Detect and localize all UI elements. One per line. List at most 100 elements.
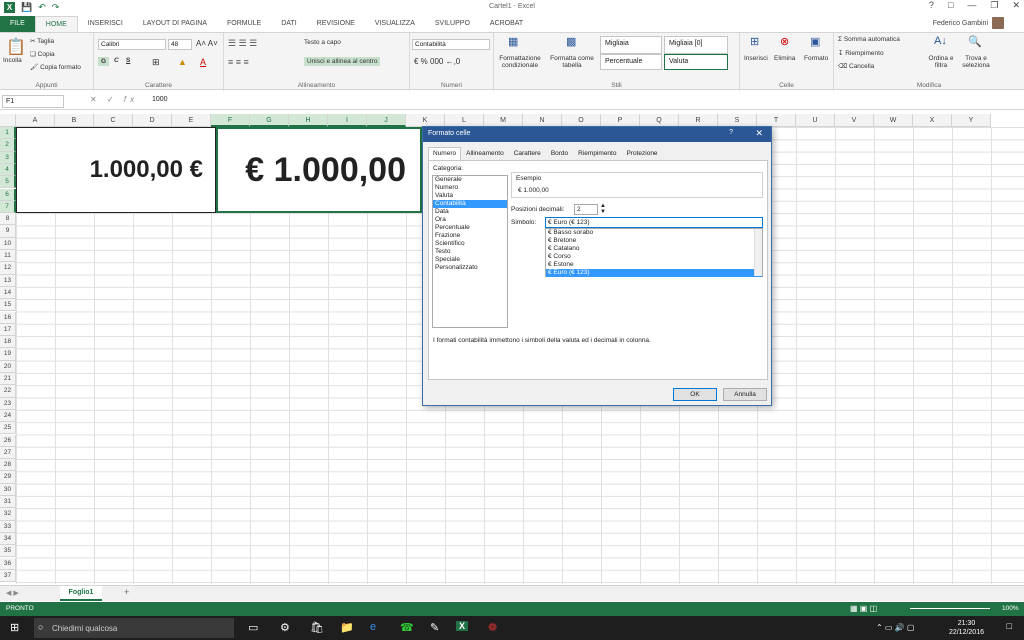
align-top-icon[interactable]: ☰ ☰ ☰ <box>228 38 257 49</box>
row-header[interactable]: 6 <box>0 188 16 201</box>
help-icon[interactable]: ? <box>929 0 934 11</box>
row-header[interactable]: 18 <box>0 336 16 349</box>
symbol-option[interactable]: € Bretone <box>546 237 762 245</box>
row-header[interactable]: 23 <box>0 397 16 410</box>
clear-button[interactable]: ⌫ Cancella <box>838 62 874 70</box>
row-header[interactable]: 7 <box>0 200 16 214</box>
cancel-button[interactable]: Annulla <box>723 388 767 401</box>
edge-icon[interactable]: e <box>370 621 376 633</box>
insert-cells-button[interactable]: Inserisci <box>744 55 768 62</box>
dialog-tab-alignment[interactable]: Allineamento <box>461 147 509 160</box>
grow-font-icon[interactable]: A˄ A˅ <box>196 39 218 48</box>
currency-format-icon[interactable]: € % 000 ←,0 <box>414 57 460 66</box>
tab-developer[interactable]: SVILUPPO <box>425 16 480 32</box>
category-item[interactable]: Testo <box>433 248 507 256</box>
redo-icon[interactable]: ↷ <box>52 2 60 13</box>
align-left-icon[interactable]: ≡ ≡ ≡ <box>228 57 249 67</box>
format-as-table-button[interactable]: Formatta come tabella <box>546 55 598 69</box>
tab-formulas[interactable]: FORMULE <box>217 16 271 32</box>
row-header[interactable]: 25 <box>0 422 16 435</box>
row-header[interactable]: 26 <box>0 434 16 447</box>
sort-filter-button[interactable]: Ordina e filtra <box>926 55 956 69</box>
category-item[interactable]: Numero <box>433 184 507 192</box>
symbol-option-selected[interactable]: € Euro (€ 123) <box>546 269 762 277</box>
category-item[interactable]: Speciale <box>433 256 507 264</box>
symbol-list-scrollbar[interactable] <box>754 229 762 276</box>
column-header[interactable]: Y <box>952 114 991 127</box>
tab-review[interactable]: REVISIONE <box>307 16 365 32</box>
view-normal-icon[interactable]: ▦ ▣ ◫ <box>850 604 877 613</box>
column-header[interactable]: H <box>289 114 328 127</box>
delete-cells-button[interactable]: Elimina <box>774 55 795 62</box>
merged-cell-a1-e7[interactable]: 1.000,00 € <box>16 127 216 213</box>
formula-input[interactable]: 1000 <box>152 96 168 103</box>
category-item[interactable]: Frazione <box>433 232 507 240</box>
find-select-button[interactable]: Trova e seleziona <box>958 55 994 69</box>
file-explorer-icon[interactable]: 📁 <box>340 621 354 634</box>
borders-icon[interactable]: ⊞ <box>152 57 160 68</box>
cortana-search[interactable]: Chiedimi qualcosa <box>34 618 234 638</box>
symbol-dropdown-list[interactable]: € Basso sorabo € Bretone € Catalano € Co… <box>545 228 763 277</box>
row-header[interactable]: 9 <box>0 225 16 238</box>
row-header[interactable]: 8 <box>0 213 16 226</box>
row-header[interactable]: 36 <box>0 557 16 570</box>
row-header[interactable]: 13 <box>0 274 16 287</box>
category-item[interactable]: Generale <box>433 176 507 184</box>
column-header[interactable]: B <box>55 114 94 127</box>
acrobat-taskbar-icon[interactable]: ❁ <box>488 621 497 634</box>
decimals-spinner-icon[interactable]: ▲ ▼ <box>600 203 606 215</box>
symbol-select[interactable]: € Euro (€ 123) <box>545 217 763 228</box>
row-header[interactable]: 31 <box>0 496 16 509</box>
column-header[interactable]: F <box>211 114 250 127</box>
task-view-icon[interactable]: ▭ <box>248 621 258 634</box>
column-header[interactable]: V <box>835 114 874 127</box>
column-header[interactable]: I <box>328 114 367 127</box>
row-header[interactable]: 16 <box>0 311 16 324</box>
merge-center-button[interactable]: Unisci e allinea al centro <box>304 57 381 66</box>
select-all-corner[interactable] <box>0 114 16 127</box>
row-header[interactable]: 3 <box>0 151 16 164</box>
style-percentuale[interactable]: Percentuale <box>600 54 662 70</box>
row-header[interactable]: 17 <box>0 323 16 337</box>
style-valuta[interactable]: Valuta <box>664 54 728 70</box>
dialog-tab-font[interactable]: Carattere <box>509 147 546 160</box>
row-header[interactable]: 19 <box>0 348 16 361</box>
zoom-slider[interactable] <box>910 608 990 609</box>
category-item-selected[interactable]: Contabilità <box>433 200 507 208</box>
paste-button[interactable]: Incolla <box>3 57 22 64</box>
row-header[interactable]: 35 <box>0 545 16 558</box>
excel-taskbar-icon[interactable]: X <box>456 621 469 631</box>
dialog-tab-protection[interactable]: Protezione <box>621 147 662 160</box>
row-header[interactable]: 30 <box>0 483 16 496</box>
category-item[interactable]: Percentuale <box>433 224 507 232</box>
row-header[interactable]: 4 <box>0 163 16 177</box>
row-header[interactable]: 34 <box>0 532 16 546</box>
format-cells-button[interactable]: Formato <box>804 55 828 62</box>
dialog-help-icon[interactable]: ? <box>729 129 733 136</box>
category-item[interactable]: Data <box>433 208 507 216</box>
underline-button[interactable]: S <box>126 57 130 64</box>
cut-button[interactable]: ✂ Taglia <box>30 37 54 45</box>
tab-home[interactable]: HOME <box>34 16 78 32</box>
column-header[interactable]: E <box>172 114 211 127</box>
dialog-tab-fill[interactable]: Riempimento <box>573 147 621 160</box>
copy-button[interactable]: ❏ Copia <box>30 50 55 58</box>
font-size-select[interactable]: 48 <box>168 39 192 50</box>
tab-acrobat[interactable]: ACROBAT <box>480 16 533 32</box>
symbol-option[interactable]: € Estone <box>546 261 762 269</box>
number-format-select[interactable]: Contabilità <box>412 39 490 50</box>
symbol-option[interactable]: € Basso sorabo <box>546 229 762 237</box>
font-name-select[interactable]: Calibri <box>98 39 166 50</box>
category-item[interactable]: Ora <box>433 216 507 224</box>
tab-page-layout[interactable]: LAYOUT DI PAGINA <box>133 16 217 32</box>
row-header[interactable]: 15 <box>0 299 16 312</box>
column-header[interactable]: J <box>367 114 406 127</box>
row-header[interactable]: 11 <box>0 250 16 263</box>
wrap-text-button[interactable]: Testo a capo <box>304 39 341 46</box>
row-header[interactable]: 2 <box>0 139 16 152</box>
save-icon[interactable]: 💾 <box>21 2 32 13</box>
undo-icon[interactable]: ↶ <box>38 2 46 13</box>
row-header[interactable]: 24 <box>0 409 16 423</box>
fill-color-icon[interactable]: ▲ <box>178 57 187 67</box>
name-box[interactable]: F1 <box>2 95 64 108</box>
